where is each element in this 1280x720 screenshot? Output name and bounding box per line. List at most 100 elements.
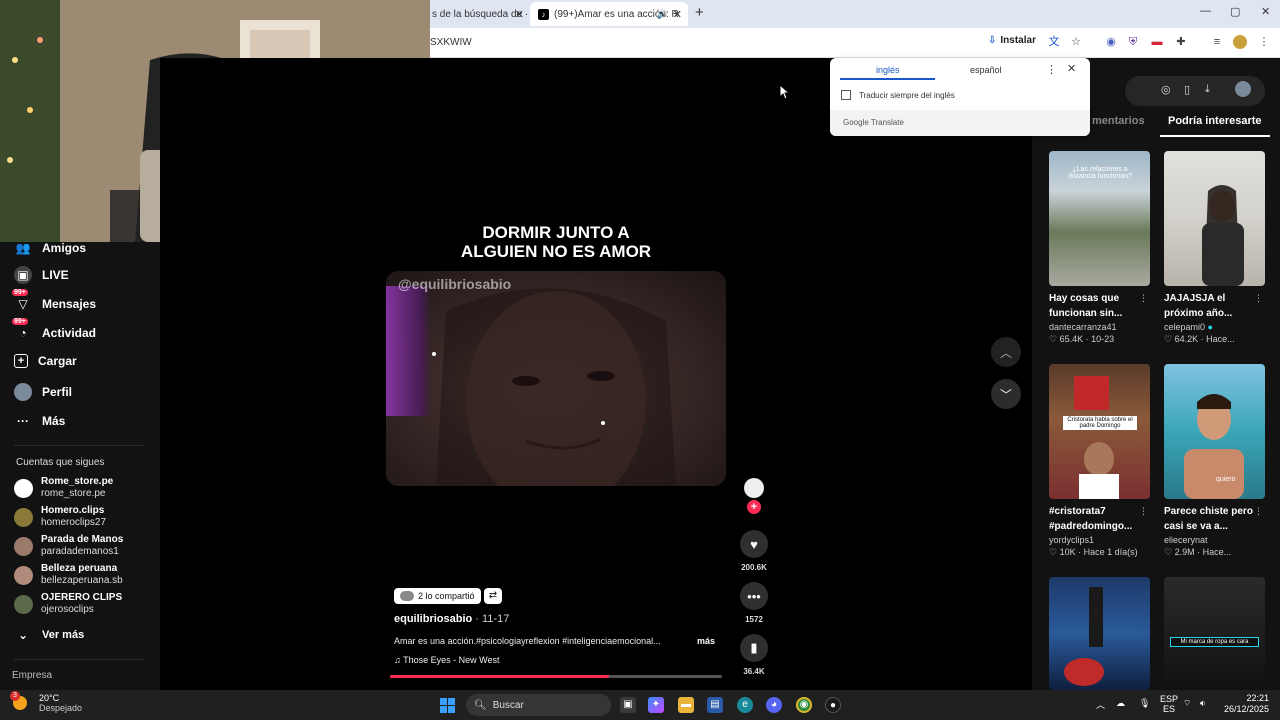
see-more-button[interactable]: ⌄ Ver más <box>14 626 84 644</box>
close-icon[interactable]: ✕ <box>1067 62 1076 75</box>
card-date: Hace... <box>1202 547 1232 557</box>
save-button[interactable]: ▮ 36.4K <box>738 634 770 676</box>
card-user[interactable]: celepami0 ● <box>1164 322 1265 332</box>
following-account[interactable]: Belleza peruana bellezaperuana.sb <box>14 563 123 587</box>
windows-start-icon[interactable] <box>440 698 455 713</box>
card-user[interactable]: yordyclips1 <box>1049 535 1150 545</box>
suggested-video-card[interactable]: Mi marca de ropa es cara <box>1164 577 1265 690</box>
tab-source-language[interactable]: inglés <box>876 65 900 75</box>
file-explorer-icon[interactable]: ▬ <box>678 697 694 713</box>
tab-target-language[interactable]: español <box>970 65 1002 75</box>
download-icon[interactable]: ⤓ <box>1205 83 1210 96</box>
media-control-icon[interactable]: ≡ <box>1210 35 1224 49</box>
clock-date: 26/12/2025 <box>1223 704 1269 714</box>
weather-widget[interactable]: 3 20°C Despejado <box>10 691 82 713</box>
video-frame[interactable]: @equilibriosabio <box>386 271 726 486</box>
suggested-video-card[interactable]: JAJAJSJA el próximo año... celepami0 ● ♡ … <box>1164 151 1265 345</box>
maximize-button[interactable]: ▢ <box>1230 5 1240 18</box>
translate-icon[interactable]: 文 <box>1047 35 1061 49</box>
company-link[interactable]: Empresa <box>12 670 52 681</box>
task-view-icon[interactable]: ▣ <box>620 697 636 713</box>
compass-icon[interactable]: ◎ <box>1161 83 1171 96</box>
video-progress-bar[interactable] <box>390 675 722 678</box>
obs-icon[interactable]: ● <box>825 697 841 713</box>
close-icon[interactable]: ✕ <box>515 8 524 21</box>
user-avatar[interactable] <box>1235 81 1251 97</box>
bookmark-star-icon[interactable]: ☆ <box>1069 35 1083 49</box>
video-thumbnail[interactable] <box>1164 151 1265 286</box>
suggested-video-card[interactable]: ¿Las relaciones a distancia funcionan? H… <box>1049 151 1150 345</box>
video-thumbnail[interactable]: ¿Las relaciones a distancia funcionan? <box>1049 151 1150 286</box>
extension-icon[interactable]: ◉ <box>1104 35 1118 49</box>
following-account[interactable]: Rome_store.pe rome_store.pe <box>14 476 113 500</box>
next-video-button[interactable]: ﹀ <box>991 379 1021 409</box>
window-close-button[interactable]: ✕ <box>1261 5 1270 18</box>
tab-active-video[interactable]: ♪ (99+)Amar es una acción: R 🔊 ✕ <box>530 2 688 26</box>
previous-video-button[interactable]: ︿ <box>991 337 1021 367</box>
tray-overflow-icon[interactable]: ︿ <box>1096 698 1105 711</box>
suggested-video-card[interactable] <box>1049 577 1150 690</box>
options-icon[interactable]: ⋮ <box>1046 63 1057 76</box>
tab-comments[interactable]: mentarios <box>1092 115 1145 127</box>
store-icon[interactable]: ▤ <box>707 697 723 713</box>
suggested-video-card[interactable]: quiero Parece chiste pero casi se va a...… <box>1164 364 1265 558</box>
sidebar-item-friends[interactable]: 👥 Amigos <box>14 239 87 257</box>
repost-icon[interactable]: ⇄ <box>484 588 502 604</box>
volume-icon[interactable]: 🔉︎ <box>1200 698 1206 709</box>
following-account[interactable]: OJERERO CLIPS ojerosoclips <box>14 592 122 616</box>
taskbar-search[interactable]: 🔍︎ Buscar <box>466 694 611 716</box>
close-icon[interactable]: ✕ <box>673 8 682 21</box>
tab-suggested[interactable]: Podría interesarte <box>1168 115 1262 127</box>
microphone-icon[interactable]: 🎙︎ <box>1139 698 1150 709</box>
following-account[interactable]: Homero.clips homeroclips27 <box>14 505 106 529</box>
card-user[interactable]: eliecerynat <box>1164 535 1265 545</box>
comment-button[interactable]: ••• 1572 <box>738 582 770 624</box>
speaker-icon[interactable]: 🔊 <box>657 9 668 20</box>
sidebar-item-activity[interactable]: ◔ 99+ Actividad <box>12 318 96 342</box>
like-button[interactable]: ♥ 200.6K <box>738 530 770 572</box>
menu-dots-icon[interactable]: ⋮ <box>1257 35 1271 49</box>
extension-red-icon[interactable]: ▬ <box>1150 35 1164 49</box>
sidebar-item-messages[interactable]: ▽ 99+ Mensajes <box>12 289 96 313</box>
card-menu-icon[interactable]: ⋮ <box>1254 293 1263 304</box>
sidebar-item-profile[interactable]: Perfil <box>14 383 72 401</box>
follow-button[interactable]: + <box>747 500 761 514</box>
clock[interactable]: 22:21 26/12/2025 <box>1215 693 1269 715</box>
card-menu-icon[interactable]: ⋮ <box>1139 293 1148 304</box>
sidebar-item-upload[interactable]: + Cargar <box>14 354 77 368</box>
shared-by-pill[interactable]: 2 lo compartió <box>394 588 481 604</box>
card-menu-icon[interactable]: ⋮ <box>1139 506 1148 517</box>
puzzle-icon[interactable]: ✚ <box>1174 35 1188 49</box>
profile-avatar-icon[interactable] <box>1233 35 1247 49</box>
video-thumbnail[interactable] <box>1049 577 1150 690</box>
chrome-icon[interactable]: ◉ <box>796 697 812 713</box>
video-thumbnail[interactable]: quiero <box>1164 364 1265 499</box>
music-track[interactable]: ♫ Those Eyes - New West <box>394 655 499 665</box>
new-tab-button[interactable]: + <box>695 4 704 21</box>
following-account[interactable]: Parada de Manos paradademanos1 <box>14 534 123 558</box>
copilot-icon[interactable]: ✦ <box>648 697 664 713</box>
discord-icon[interactable]: ◕ <box>766 697 782 713</box>
install-app-button[interactable]: ⇩ Instalar <box>988 35 1036 46</box>
language-indicator[interactable]: ESP ES <box>1160 694 1178 714</box>
shield-extension-icon[interactable]: ⛨ <box>1126 35 1140 49</box>
caption-more-button[interactable]: más <box>697 636 715 646</box>
video-thumbnail[interactable]: Cristorata habla sobre el padre Domingo <box>1049 364 1150 499</box>
network-icon[interactable]: ⌔ <box>1183 698 1191 709</box>
tab-search-results[interactable]: s de la búsqueda de · ✕ <box>430 2 530 26</box>
suggested-video-card[interactable]: Cristorata habla sobre el padre Domingo … <box>1049 364 1150 558</box>
video-author[interactable]: equilibriosabio · 11-17 <box>394 613 509 625</box>
card-menu-icon[interactable]: ⋮ <box>1254 506 1263 517</box>
device-icon[interactable]: ▯ <box>1184 83 1190 96</box>
url-text[interactable]: SXKWIW <box>430 37 472 48</box>
address-bar[interactable]: SXKWIW ⇩ Instalar 文 ☆ ◉ ⛨ ▬ ✚ ≡ ⋮ <box>430 28 1280 58</box>
card-user[interactable]: dantecarranza41 <box>1049 322 1150 332</box>
sidebar-item-live[interactable]: ▣ LIVE <box>14 266 69 284</box>
always-translate-checkbox[interactable] <box>841 90 851 100</box>
video-thumbnail[interactable]: Mi marca de ropa es cara <box>1164 577 1265 690</box>
sidebar-item-more[interactable]: ··· Más <box>14 412 65 430</box>
minimize-button[interactable]: — <box>1200 5 1211 17</box>
onedrive-icon[interactable]: ☁ <box>1116 698 1125 709</box>
edge-icon[interactable]: e <box>737 697 753 713</box>
creator-avatar[interactable] <box>744 478 764 498</box>
